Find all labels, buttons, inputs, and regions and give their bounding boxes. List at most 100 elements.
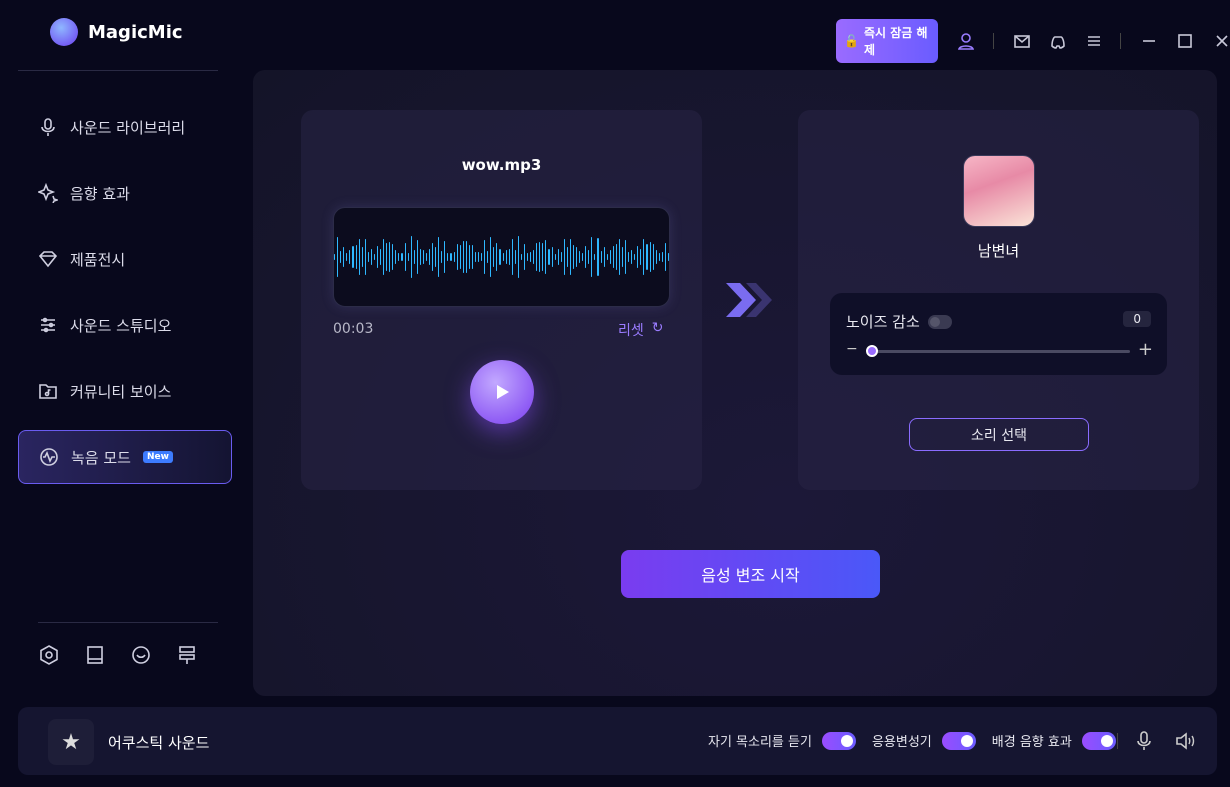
increase-icon[interactable]: + <box>1138 339 1153 360</box>
waveform-bar <box>462 240 464 274</box>
waveform-bar <box>646 243 648 271</box>
lock-icon: 🔓 <box>844 34 859 48</box>
waveform-bar <box>511 239 513 275</box>
waveform-bar <box>667 253 669 261</box>
waveform-bar <box>478 252 480 262</box>
waveform-bar <box>579 250 581 264</box>
play-button[interactable] <box>470 360 534 424</box>
toggle-switch[interactable] <box>821 731 856 750</box>
waveform-bar <box>664 242 666 272</box>
waveform-bar <box>413 250 415 264</box>
user-icon[interactable] <box>956 31 975 51</box>
waveform-bar <box>637 245 639 269</box>
sidebar-footer <box>38 644 198 666</box>
slider-handle[interactable] <box>866 345 878 357</box>
voice-avatar[interactable] <box>963 155 1035 227</box>
waveform-bar <box>585 246 587 268</box>
waveform-bar <box>392 243 394 271</box>
close-icon[interactable] <box>1212 31 1230 51</box>
toggle-switch[interactable] <box>941 731 976 750</box>
waveform-bar <box>542 243 544 271</box>
waveform-bar <box>572 244 574 270</box>
select-voice-button[interactable]: 소리 선택 <box>909 418 1089 451</box>
microphone-icon[interactable] <box>1134 730 1154 752</box>
waveform-bar <box>652 244 654 270</box>
sidebar-item-2[interactable]: 제품전시 <box>18 232 232 286</box>
sidebar-item-label: 사운드 라이브러리 <box>70 118 186 137</box>
waveform-bar <box>569 238 571 276</box>
minimize-icon[interactable] <box>1139 31 1157 51</box>
divider <box>1120 33 1122 49</box>
start-voice-change-button[interactable]: 음성 변조 시작 <box>621 550 880 598</box>
discord-icon[interactable] <box>1048 31 1066 51</box>
noise-toggle[interactable] <box>927 314 952 329</box>
divider <box>1117 733 1118 749</box>
new-badge: New <box>142 451 173 463</box>
waveform-bar <box>373 253 375 261</box>
sidebar-item-1[interactable]: 음향 효과 <box>18 166 232 220</box>
waveform-bar <box>643 238 645 276</box>
sidebar-item-3[interactable]: 사운드 스튜디오 <box>18 298 232 352</box>
waveform-bar <box>453 252 455 262</box>
waveform-bar <box>410 236 412 278</box>
waveform-bar <box>520 253 522 261</box>
sparkle-icon <box>38 183 58 203</box>
microphone-icon <box>41 118 55 136</box>
play-icon <box>497 385 509 399</box>
toggle-label: 응용변성기 <box>871 735 932 750</box>
waveform-bar <box>548 249 550 265</box>
waveform-bar <box>533 249 535 265</box>
speaker-icon[interactable] <box>1174 731 1196 751</box>
waveform-bar <box>474 252 476 262</box>
waveform-bar <box>456 244 458 270</box>
waveform-bar <box>376 246 378 268</box>
file-name: wow.mp3 <box>461 156 542 174</box>
waveform-bar <box>425 252 427 262</box>
playback-time: 00:03 <box>333 321 374 337</box>
waveform-bar <box>450 252 452 262</box>
bottom-bar: ★ 어쿠스틱 사운드 자기 목소리를 듣기 응용변성기 배경 음향 효과 <box>18 707 1217 775</box>
current-sound-name: 어쿠스틱 사운드 <box>108 734 210 752</box>
book-icon[interactable] <box>84 644 106 666</box>
mail-icon[interactable] <box>1012 31 1030 51</box>
waveform-bar <box>484 240 486 274</box>
waveform-bar <box>441 250 443 264</box>
waveform-bar <box>422 250 424 264</box>
decrease-icon[interactable]: − <box>846 341 858 357</box>
waveform-bar <box>618 238 620 276</box>
waveform-bar <box>597 237 599 277</box>
maximize-icon[interactable] <box>1175 31 1193 51</box>
voice-name: 남변녀 <box>977 242 1020 260</box>
menu-icon[interactable] <box>1084 31 1102 51</box>
waveform-bar <box>606 253 608 261</box>
noise-slider[interactable] <box>870 350 1130 353</box>
reset-button[interactable]: 리셋 ↻ <box>618 320 664 340</box>
sidebar-item-4[interactable]: 커뮤니티 보이스 <box>18 364 232 418</box>
settings-icon[interactable] <box>38 644 60 666</box>
waveform-bar <box>361 246 363 267</box>
chat-icon[interactable] <box>130 644 152 666</box>
waveform-bar <box>560 252 562 262</box>
waveform-bar <box>612 246 614 268</box>
sidebar-item-5[interactable]: 녹음 모드 New <box>18 430 232 484</box>
sidebar-item-0[interactable]: 사운드 라이브러리 <box>18 100 232 154</box>
waveform-bar <box>386 243 388 271</box>
waveform-bar <box>545 239 547 275</box>
waveform-bar <box>655 250 657 264</box>
noise-label: 노이즈 감소 <box>846 313 920 331</box>
unlock-button[interactable]: 🔓 즉시 잠금 해제 <box>836 19 939 63</box>
waveform-bar <box>395 249 397 265</box>
waveform-bar <box>468 245 470 269</box>
waveform-bar <box>527 252 529 262</box>
waveform-bar <box>334 254 336 260</box>
toggle-switch[interactable] <box>1081 731 1116 750</box>
waveform-bar <box>661 252 663 262</box>
waveform-bar <box>557 248 559 266</box>
feedback-icon[interactable] <box>176 644 198 666</box>
waveform-bar <box>435 246 437 268</box>
waveform-bar <box>594 253 596 261</box>
waveform-bar <box>600 250 602 264</box>
waveform-bar <box>628 252 630 262</box>
sidebar-item-label: 제품전시 <box>70 250 126 269</box>
waveform-bar <box>459 245 461 269</box>
